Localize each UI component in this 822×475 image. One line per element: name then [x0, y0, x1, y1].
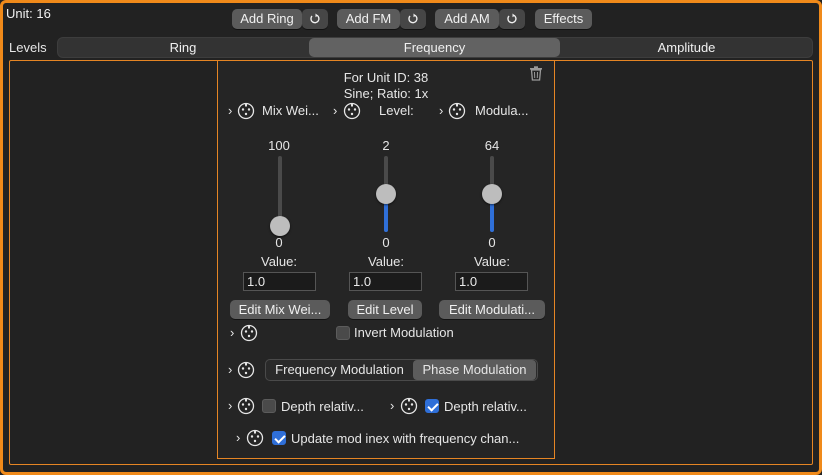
- connector-glyph: [237, 397, 255, 415]
- reset-ring-button[interactable]: [302, 9, 328, 29]
- connector-icon[interactable]: [237, 102, 255, 120]
- edit-mix-weight-button[interactable]: Edit Mix Wei...: [230, 300, 330, 319]
- chevron-right-icon[interactable]: ›: [228, 103, 232, 118]
- connector-glyph: [448, 102, 466, 120]
- levels-tab-bar: Ring Frequency Amplitude: [57, 37, 813, 58]
- unit-id-line: For Unit ID: 38: [343, 70, 429, 85]
- invert-modulation-label: Invert Modulation: [354, 325, 454, 340]
- edit-level-button[interactable]: Edit Level: [348, 300, 422, 319]
- chevron-right-icon[interactable]: ›: [390, 398, 394, 413]
- reset-fm-button[interactable]: [400, 9, 426, 29]
- trash-icon: [530, 66, 542, 81]
- connector-glyph: [237, 361, 255, 379]
- depth-relative-left-checkbox[interactable]: [262, 399, 276, 413]
- connector-icon[interactable]: [400, 397, 418, 415]
- connector-glyph: [246, 429, 264, 447]
- mix-weight-max: 100: [268, 138, 290, 153]
- modulation-header: Modula...: [475, 103, 529, 118]
- effects-button[interactable]: Effects: [535, 9, 592, 29]
- modulation-slider-knob[interactable]: [482, 184, 502, 204]
- chevron-right-icon[interactable]: ›: [439, 103, 443, 118]
- tab-amplitude[interactable]: Amplitude: [561, 38, 812, 57]
- connector-icon[interactable]: [240, 324, 258, 342]
- mix-weight-value-label: Value:: [261, 254, 297, 269]
- chevron-right-icon[interactable]: ›: [236, 430, 240, 445]
- chevron-right-icon[interactable]: ›: [230, 325, 234, 340]
- connector-glyph: [237, 102, 255, 120]
- delete-unit-button[interactable]: [529, 66, 543, 84]
- chevron-right-icon[interactable]: ›: [228, 362, 232, 377]
- edit-modulation-button[interactable]: Edit Modulati...: [439, 300, 545, 319]
- phase-modulation-option[interactable]: Phase Modulation: [413, 360, 536, 380]
- refresh-icon: [408, 13, 418, 24]
- modulation-max: 64: [484, 138, 500, 153]
- mix-weight-value-field[interactable]: 1.0: [243, 272, 316, 291]
- refresh-icon: [310, 13, 320, 24]
- connector-glyph: [343, 102, 361, 120]
- level-slider-knob[interactable]: [376, 184, 396, 204]
- level-max: 2: [382, 138, 390, 153]
- modulation-value-label: Value:: [474, 254, 510, 269]
- chevron-right-icon[interactable]: ›: [228, 398, 232, 413]
- update-mod-index-checkbox[interactable]: [272, 431, 286, 445]
- level-value-field[interactable]: 1.0: [349, 272, 422, 291]
- modulation-type-selector: Frequency Modulation Phase Modulation: [265, 359, 538, 381]
- level-min: 0: [382, 235, 390, 250]
- tab-ring[interactable]: Ring: [58, 38, 308, 57]
- connector-icon[interactable]: [237, 397, 255, 415]
- connector-glyph: [240, 324, 258, 342]
- mix-weight-min: 0: [275, 235, 283, 250]
- depth-relative-right-label: Depth relativ...: [444, 399, 527, 414]
- connector-icon[interactable]: [246, 429, 264, 447]
- add-am-button[interactable]: Add AM: [435, 9, 499, 29]
- unit-label: Unit: 16: [6, 6, 51, 21]
- connector-icon[interactable]: [343, 102, 361, 120]
- modulation-min: 0: [488, 235, 496, 250]
- mix-weight-header: Mix Wei...: [262, 103, 319, 118]
- connector-icon[interactable]: [448, 102, 466, 120]
- depth-relative-left-label: Depth relativ...: [281, 399, 364, 414]
- update-mod-index-label: Update mod inex with frequency chan...: [291, 431, 520, 446]
- levels-label: Levels: [9, 40, 47, 55]
- add-ring-button[interactable]: Add Ring: [232, 9, 302, 29]
- add-fm-button[interactable]: Add FM: [337, 9, 400, 29]
- modulation-value-field[interactable]: 1.0: [455, 272, 528, 291]
- chevron-right-icon[interactable]: ›: [333, 103, 337, 118]
- connector-icon[interactable]: [237, 361, 255, 379]
- level-value-label: Value:: [368, 254, 404, 269]
- level-header: Level:: [379, 103, 414, 118]
- wave-ratio-line: Sine; Ratio: 1x: [343, 86, 429, 101]
- depth-relative-right-checkbox[interactable]: [425, 399, 439, 413]
- tab-frequency[interactable]: Frequency: [309, 38, 560, 57]
- reset-am-button[interactable]: [499, 9, 525, 29]
- invert-modulation-checkbox[interactable]: [336, 326, 350, 340]
- mix-weight-slider-knob[interactable]: [270, 216, 290, 236]
- frequency-modulation-option[interactable]: Frequency Modulation: [267, 360, 412, 380]
- connector-glyph: [400, 397, 418, 415]
- refresh-icon: [507, 13, 517, 24]
